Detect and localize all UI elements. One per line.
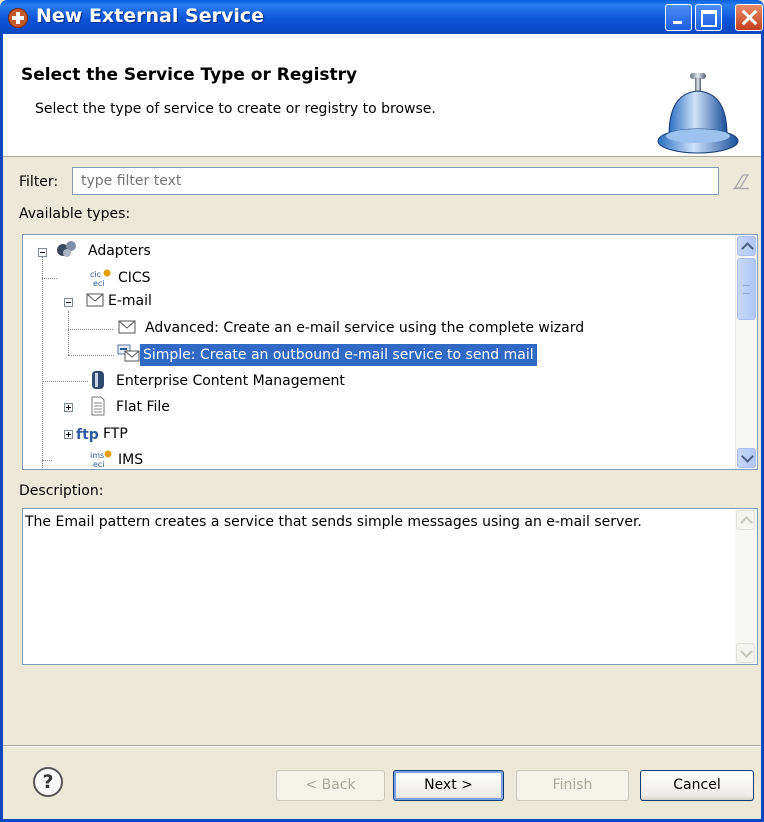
close-button[interactable] — [735, 4, 763, 31]
clear-filter-icon[interactable] — [731, 172, 751, 190]
tree-item-label: E-mail — [108, 293, 152, 309]
tree-item-label: Adapters — [88, 243, 151, 259]
cics-eci-icon: cic eci — [90, 269, 111, 288]
back-button[interactable]: < Back — [276, 770, 385, 801]
description-text: The Email pattern creates a service that… — [25, 514, 642, 530]
scroll-down-button[interactable] — [737, 448, 756, 468]
svg-text:ftp: ftp — [76, 427, 99, 443]
description-scrollbar[interactable] — [735, 509, 757, 664]
svg-text:eci: eci — [93, 460, 105, 469]
tree-item-enterprise-content-management[interactable]: Enterprise Content Management — [113, 370, 348, 392]
envelope-icon — [86, 293, 104, 307]
maximize-button[interactable] — [695, 4, 722, 31]
finish-button[interactable]: Finish — [516, 770, 629, 801]
scroll-thumb[interactable] — [737, 258, 756, 320]
next-button[interactable]: Next > — [393, 770, 504, 801]
ims-eci-icon: ims eci — [90, 450, 112, 469]
tree-item-label: CICS — [118, 270, 151, 286]
tree-item-flat-file[interactable]: Flat File — [113, 396, 173, 418]
tree-item-label: Advanced: Create an e-mail service using… — [145, 320, 585, 336]
tree-scrollbar[interactable] — [735, 235, 757, 469]
svg-text:eci: eci — [93, 279, 105, 288]
scroll-up-button[interactable] — [737, 236, 756, 256]
available-types-label: Available types: — [19, 206, 131, 222]
tree-item-email-simple[interactable]: Simple: Create an outbound e-mail servic… — [140, 344, 537, 366]
svg-text:cic: cic — [90, 270, 101, 279]
tree-item-label: Flat File — [116, 399, 170, 415]
tree-item-adapters[interactable]: Adapters — [85, 240, 154, 262]
description-box: The Email pattern creates a service that… — [22, 508, 758, 665]
help-icon[interactable]: ? — [33, 767, 63, 797]
expand-ftp-toggle[interactable] — [64, 430, 73, 439]
ecm-icon — [92, 371, 104, 389]
cancel-button[interactable]: Cancel — [640, 770, 754, 801]
window-title: New External Service — [36, 5, 264, 27]
tree-item-email[interactable]: E-mail — [105, 290, 155, 312]
tree-item-label: FTP — [103, 426, 128, 442]
outbound-mail-icon — [117, 344, 140, 362]
svg-text:ims: ims — [90, 451, 104, 460]
tree-item-cics[interactable]: CICS — [115, 267, 154, 289]
description-label: Description: — [19, 483, 104, 499]
filter-label: Filter: — [19, 174, 59, 190]
collapse-adapters-toggle[interactable] — [38, 248, 47, 257]
available-types-tree[interactable]: Adapters cic eci CICS E-mail Advanced: C… — [22, 234, 758, 470]
adapters-icon — [57, 241, 76, 257]
file-icon — [91, 396, 105, 416]
collapse-email-toggle[interactable] — [64, 298, 73, 307]
page-title: Select the Service Type or Registry — [21, 65, 358, 85]
tree-item-email-advanced[interactable]: Advanced: Create an e-mail service using… — [142, 317, 587, 339]
tree-item-ftp[interactable]: FTP — [100, 423, 131, 445]
title-bar[interactable]: New External Service — [0, 0, 764, 34]
tree-item-label: IMS — [118, 452, 144, 468]
page-description: Select the type of service to create or … — [35, 101, 436, 117]
expand-flat-file-toggle[interactable] — [64, 403, 73, 412]
service-bell-icon — [657, 73, 739, 154]
scroll-down-button[interactable] — [736, 643, 755, 663]
filter-input[interactable] — [72, 167, 719, 195]
tree-item-ims[interactable]: IMS — [115, 449, 146, 469]
tree-item-label: Simple: Create an outbound e-mail servic… — [140, 344, 537, 366]
app-icon — [8, 8, 28, 28]
footer-separator — [3, 745, 761, 747]
tree-item-label: Enterprise Content Management — [116, 373, 345, 389]
minimize-button[interactable] — [665, 4, 692, 31]
scroll-up-button[interactable] — [736, 510, 755, 530]
wizard-header: Select the Service Type or Registry Sele… — [3, 34, 761, 157]
envelope-icon — [118, 320, 136, 334]
